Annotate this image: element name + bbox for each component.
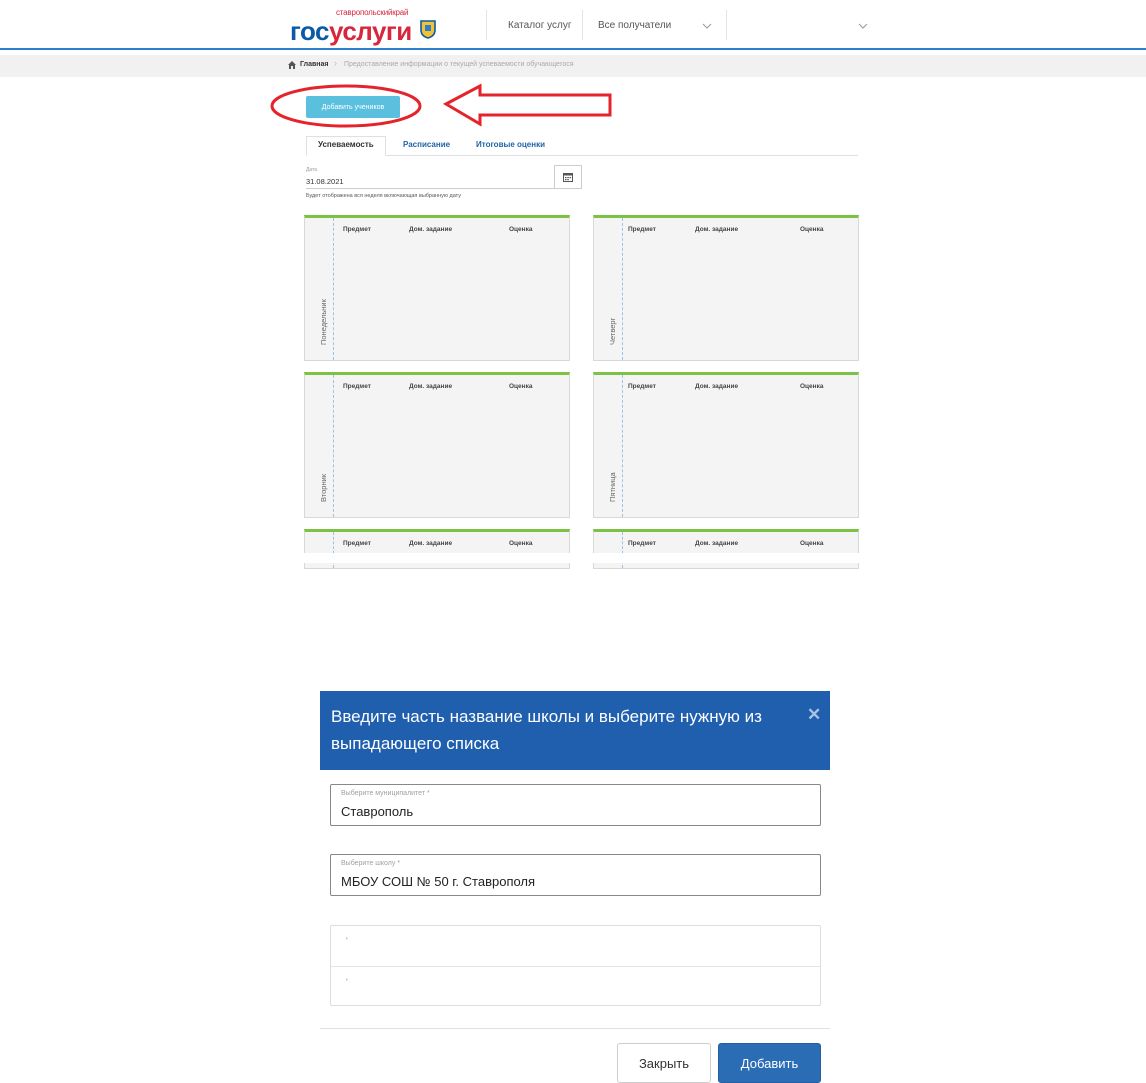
day-name: Четверг: [608, 317, 617, 345]
day-strip: Вторник: [305, 375, 334, 517]
calendar-icon: [563, 173, 573, 182]
close-button[interactable]: Закрыть: [617, 1043, 711, 1083]
day-card-monday: Понедельник Предмет Дом. задание Оценка: [304, 215, 570, 361]
column-homework: Дом. задание: [409, 226, 453, 233]
day-card-thursday: Четверг Предмет Дом. задание Оценка: [593, 215, 859, 361]
day-strip: Пятница: [594, 375, 623, 517]
column-homework: Дом. задание: [409, 540, 453, 547]
nav-catalog-link[interactable]: Каталог услуг: [508, 20, 572, 31]
student-list: ' ': [330, 925, 821, 1006]
day-name: Понедельник: [319, 299, 328, 345]
column-subject: Предмет: [628, 226, 656, 233]
calendar-button[interactable]: [554, 165, 582, 189]
school-value: МБОУ СОШ № 50 г. Ставрополя: [341, 874, 536, 889]
municipality-value: Ставрополь: [341, 804, 414, 819]
top-header: ставропольскийкрай госуслуги Каталог усл…: [0, 0, 1146, 48]
column-homework: Дом. задание: [695, 540, 739, 547]
municipality-select[interactable]: Выберите муниципалитет * Ставрополь: [330, 784, 821, 826]
day-name: Вторник: [319, 473, 328, 502]
date-value: 31.08.2021: [306, 177, 344, 186]
column-grade: Оценка: [509, 226, 533, 233]
tab-final-grades[interactable]: Итоговые оценки: [476, 140, 545, 149]
chevron-down-icon[interactable]: [858, 22, 868, 30]
school-select[interactable]: Выберите школу * МБОУ СОШ № 50 г. Ставро…: [330, 854, 821, 896]
nav-recipients-dropdown[interactable]: Все получатели: [598, 20, 671, 31]
column-subject: Предмет: [343, 383, 371, 390]
breadcrumb-home-link[interactable]: Главная: [300, 61, 328, 68]
day-card-tuesday: Вторник Предмет Дом. задание Оценка: [304, 372, 570, 518]
tab-schedule[interactable]: Расписание: [403, 140, 450, 149]
school-label: Выберите школу *: [341, 860, 401, 867]
add-button[interactable]: Добавить: [718, 1043, 821, 1083]
date-label: Дата: [306, 167, 318, 173]
municipality-label: Выберите муниципалитет *: [341, 790, 430, 797]
modal-header: Введите часть название школы и выберите …: [320, 691, 830, 770]
chevron-down-icon[interactable]: [702, 22, 712, 30]
screenshot-crop-edge: [300, 553, 870, 563]
column-subject: Предмет: [343, 226, 371, 233]
breadcrumb-current: Предоставление информации о текущей успе…: [344, 61, 574, 68]
column-homework: Дом. задание: [695, 226, 739, 233]
breadcrumb: Главная › Предоставление информации о те…: [0, 55, 1146, 77]
tab-bar: Успеваемость Расписание Итоговые оценки: [306, 136, 858, 156]
date-hint: Будет отображена вся неделя включающая в…: [306, 193, 462, 199]
column-grade: Оценка: [509, 540, 533, 547]
column-subject: Предмет: [628, 383, 656, 390]
logo-wordmark: госуслуги: [290, 16, 412, 46]
modal-title: Введите часть название школы и выберите …: [331, 707, 762, 753]
close-icon[interactable]: ✕: [807, 705, 821, 725]
list-item[interactable]: ': [331, 926, 820, 966]
column-subject: Предмет: [628, 540, 656, 547]
breadcrumb-separator: ›: [334, 58, 337, 68]
header-divider: [0, 48, 1146, 50]
day-card-friday: Пятница Предмет Дом. задание Оценка: [593, 372, 859, 518]
list-item[interactable]: ': [331, 966, 820, 1006]
column-grade: Оценка: [800, 383, 824, 390]
modal-footer-divider: [320, 1028, 830, 1029]
date-input[interactable]: Дата 31.08.2021: [306, 165, 554, 189]
day-name: Пятница: [608, 472, 617, 502]
day-strip: Четверг: [594, 218, 623, 360]
column-grade: Оценка: [509, 383, 533, 390]
column-grade: Оценка: [800, 226, 824, 233]
day-card-wednesday: Предмет Дом. задание Оценка: [304, 529, 570, 569]
column-grade: Оценка: [800, 540, 824, 547]
day-strip: Понедельник: [305, 218, 334, 360]
region-emblem-icon: [420, 20, 436, 39]
tab-performance[interactable]: Успеваемость: [318, 140, 374, 149]
home-icon[interactable]: [287, 60, 297, 70]
red-annotation-highlight: [270, 83, 612, 128]
column-homework: Дом. задание: [409, 383, 453, 390]
column-subject: Предмет: [343, 540, 371, 547]
column-homework: Дом. задание: [695, 383, 739, 390]
day-card-saturday: Предмет Дом. задание Оценка: [593, 529, 859, 569]
